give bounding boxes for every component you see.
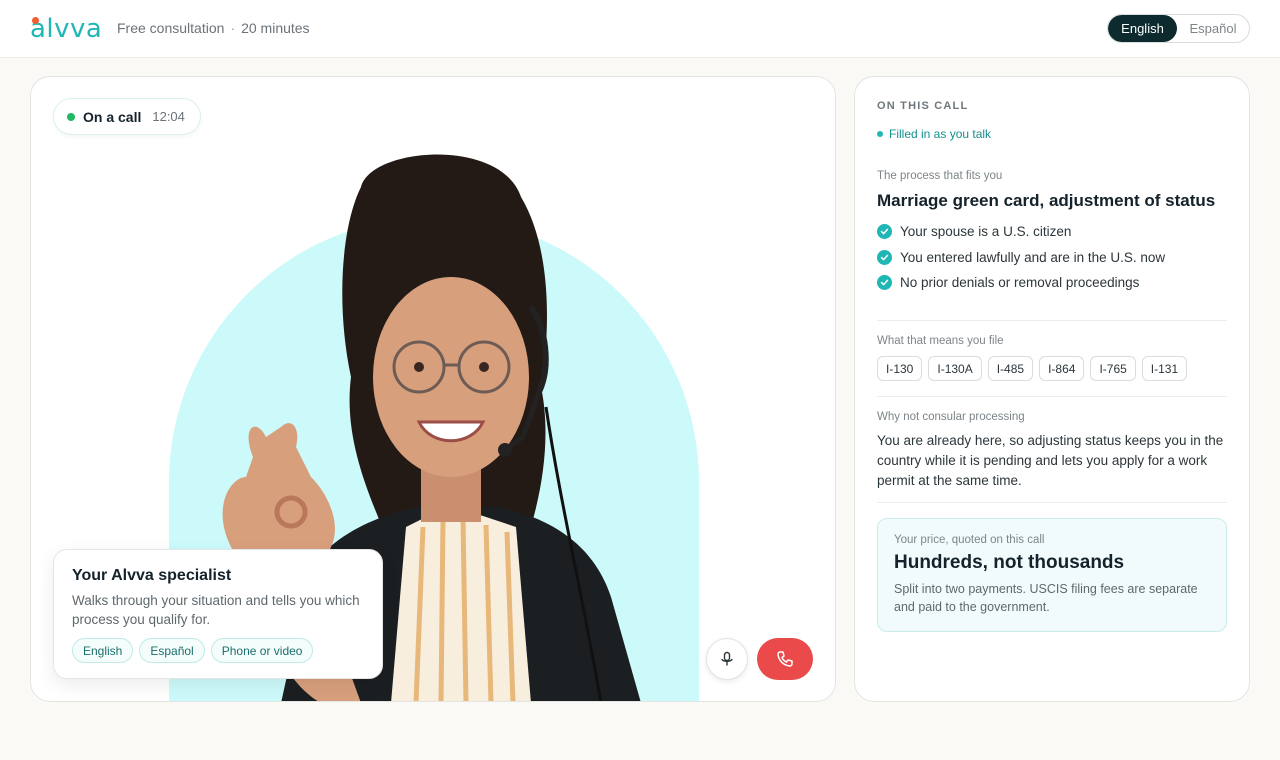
language-toggle: English Español [1107,14,1250,43]
process-title: Marriage green card, adjustment of statu… [877,191,1216,210]
check-text: Your spouse is a U.S. citizen [900,224,1072,240]
live-dot [877,131,883,137]
divider [877,502,1227,503]
check-text: No prior denials or removal proceedings [900,275,1140,291]
video-call-card: On a call 12:04 Your Alvva specialist Wa… [30,76,836,702]
mic-icon [721,651,733,666]
forms-label: What that means you file [877,335,1004,347]
check-text: You entered lawfully and are in the U.S.… [900,249,1166,265]
form-chip: I-765 [1090,356,1136,381]
check-icon [877,275,892,291]
live-status-dot [67,112,75,121]
process-section: The process that fits you Marriage green… [877,170,1227,296]
why-label: Why not consular processing [877,411,1025,423]
panel-eyebrow: ON THIS CALL [877,100,969,112]
specialist-card: Your Alvva specialist Walks through your… [53,549,383,679]
why-section: Why not consular processing You are alre… [877,411,1229,491]
language-option-english[interactable]: English [1108,15,1177,42]
form-chip: I-131 [1141,356,1188,381]
end-call-button[interactable] [757,638,813,680]
phone-end-icon [777,651,793,667]
language-option-espanol[interactable]: Español [1177,15,1249,42]
form-chip: I-485 [987,356,1034,381]
divider [877,320,1227,321]
forms-list: I-130 I-130A I-485 I-864 I-765 I-131 [877,356,1227,381]
price-label: Your price, quoted on this call [894,534,1045,546]
divider [877,396,1227,397]
tag-english: English [72,638,134,663]
specialist-description: Walks through your situation and tells y… [72,593,360,627]
call-summary-panel: ON THIS CALL Filled in as you talk The p… [854,76,1250,702]
check-icon [877,249,892,265]
call-status-label: On a call [83,108,142,125]
consultation-type: Free consultation [117,20,225,36]
check-icon [877,224,892,240]
subtitle-separator: · [230,20,236,36]
specialist-title: Your Alvva specialist [72,567,232,584]
forms-section: What that means you file I-130 I-130A I-… [877,335,1227,381]
live-fill-label: Filled in as you talk [889,127,992,141]
form-chip: I-130 [877,356,923,381]
check-item: No prior denials or removal proceedings [877,270,1227,296]
alvva-logo[interactable]: alvva [30,14,102,44]
price-box: Your price, quoted on this call Hundreds… [877,518,1227,632]
specialist-tags: English Español Phone or video [72,638,314,663]
price-title: Hundreds, not thousands [894,552,1125,573]
live-fill-indicator: Filled in as you talk [877,127,991,141]
call-status-pill: On a call 12:04 [53,98,201,135]
tag-phone-or-video: Phone or video [210,638,314,663]
check-item: Your spouse is a U.S. citizen [877,219,1227,245]
form-chip: I-864 [1039,356,1085,381]
tag-espanol: Español [139,638,205,663]
price-note: Split into two payments. USCIS filing fe… [894,582,1198,614]
form-chip: I-130A [928,356,982,381]
process-label: The process that fits you [877,170,1003,182]
call-timer: 12:04 [152,109,185,124]
logo-dot [32,17,39,24]
consultation-subtitle: Free consultation · 20 minutes [117,20,310,36]
consultation-duration: 20 minutes [241,20,310,36]
top-bar: alvva Free consultation · 20 minutes Engli… [0,0,1280,58]
check-item: You entered lawfully and are in the U.S.… [877,245,1227,271]
mute-button[interactable] [706,638,748,680]
logo-text: alvva [30,14,103,44]
why-text: You are already here, so adjusting statu… [877,433,1224,488]
eligibility-checklist: Your spouse is a U.S. citizen You entere… [877,219,1227,296]
